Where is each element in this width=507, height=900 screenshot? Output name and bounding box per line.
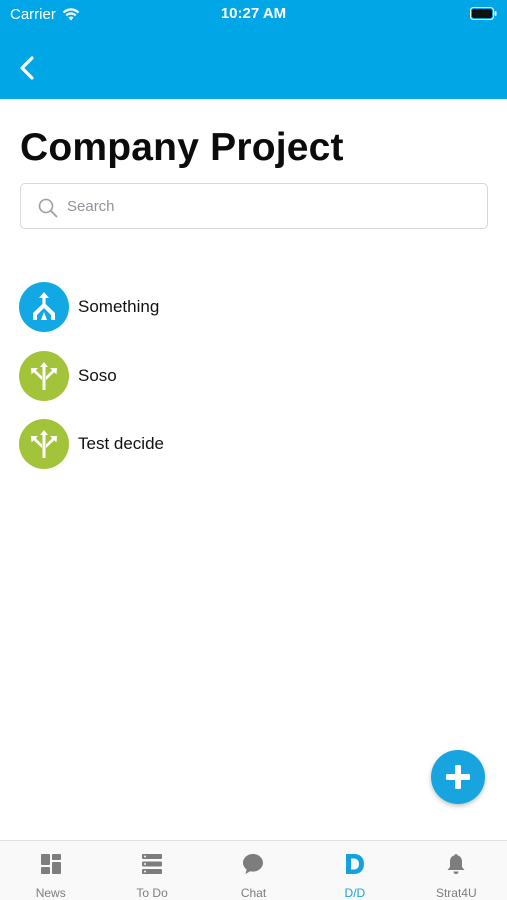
item-label: Test decide bbox=[78, 434, 164, 454]
tab-dd[interactable]: D/D bbox=[304, 841, 405, 900]
decision-list: Something Soso Test decide bbox=[0, 273, 507, 479]
header-bar: Carrier 10:27 AM bbox=[0, 0, 507, 99]
battery-icon bbox=[470, 7, 497, 20]
back-button[interactable] bbox=[14, 54, 42, 82]
split-arrows-icon bbox=[31, 430, 57, 459]
split-arrows-icon bbox=[31, 361, 57, 390]
list-item[interactable]: Test decide bbox=[0, 410, 507, 479]
tab-label: Chat bbox=[240, 886, 267, 900]
bell-icon bbox=[447, 854, 465, 874]
list-icon bbox=[142, 854, 163, 874]
tab-todo[interactable]: To Do bbox=[101, 841, 202, 900]
tab-label: D/D bbox=[344, 886, 366, 900]
item-avatar bbox=[19, 350, 69, 401]
tab-strat4u[interactable]: Strat4U bbox=[406, 841, 507, 900]
status-time: 10:27 AM bbox=[220, 5, 287, 22]
list-item[interactable]: Soso bbox=[0, 342, 507, 411]
tab-bar: News To Do Chat D/D Strat4U bbox=[0, 840, 507, 900]
grid-icon bbox=[40, 854, 61, 874]
tab-label: News bbox=[35, 886, 66, 900]
tab-news[interactable]: News bbox=[0, 841, 101, 900]
tab-label: Strat4U bbox=[435, 886, 477, 900]
merge-arrows-icon bbox=[33, 292, 55, 321]
page-title: Company Project bbox=[20, 126, 344, 169]
chat-bubble-icon bbox=[243, 854, 264, 874]
status-bar: Carrier 10:27 AM bbox=[0, 0, 507, 30]
chevron-left-icon bbox=[20, 56, 34, 80]
item-label: Soso bbox=[78, 365, 117, 385]
add-button[interactable] bbox=[431, 750, 485, 804]
list-item[interactable]: Something bbox=[0, 273, 507, 342]
search-box[interactable] bbox=[20, 183, 488, 229]
item-avatar bbox=[19, 282, 69, 333]
search-input[interactable] bbox=[67, 184, 477, 228]
item-label: Something bbox=[78, 297, 160, 317]
screen: Carrier 10:27 AM Company Project Search … bbox=[0, 0, 507, 900]
tab-chat[interactable]: Chat bbox=[203, 841, 304, 900]
tab-label: To Do bbox=[136, 886, 168, 900]
plus-icon bbox=[446, 765, 470, 789]
item-avatar bbox=[19, 419, 69, 470]
search-icon bbox=[38, 198, 58, 218]
d-letter-icon bbox=[345, 854, 364, 874]
